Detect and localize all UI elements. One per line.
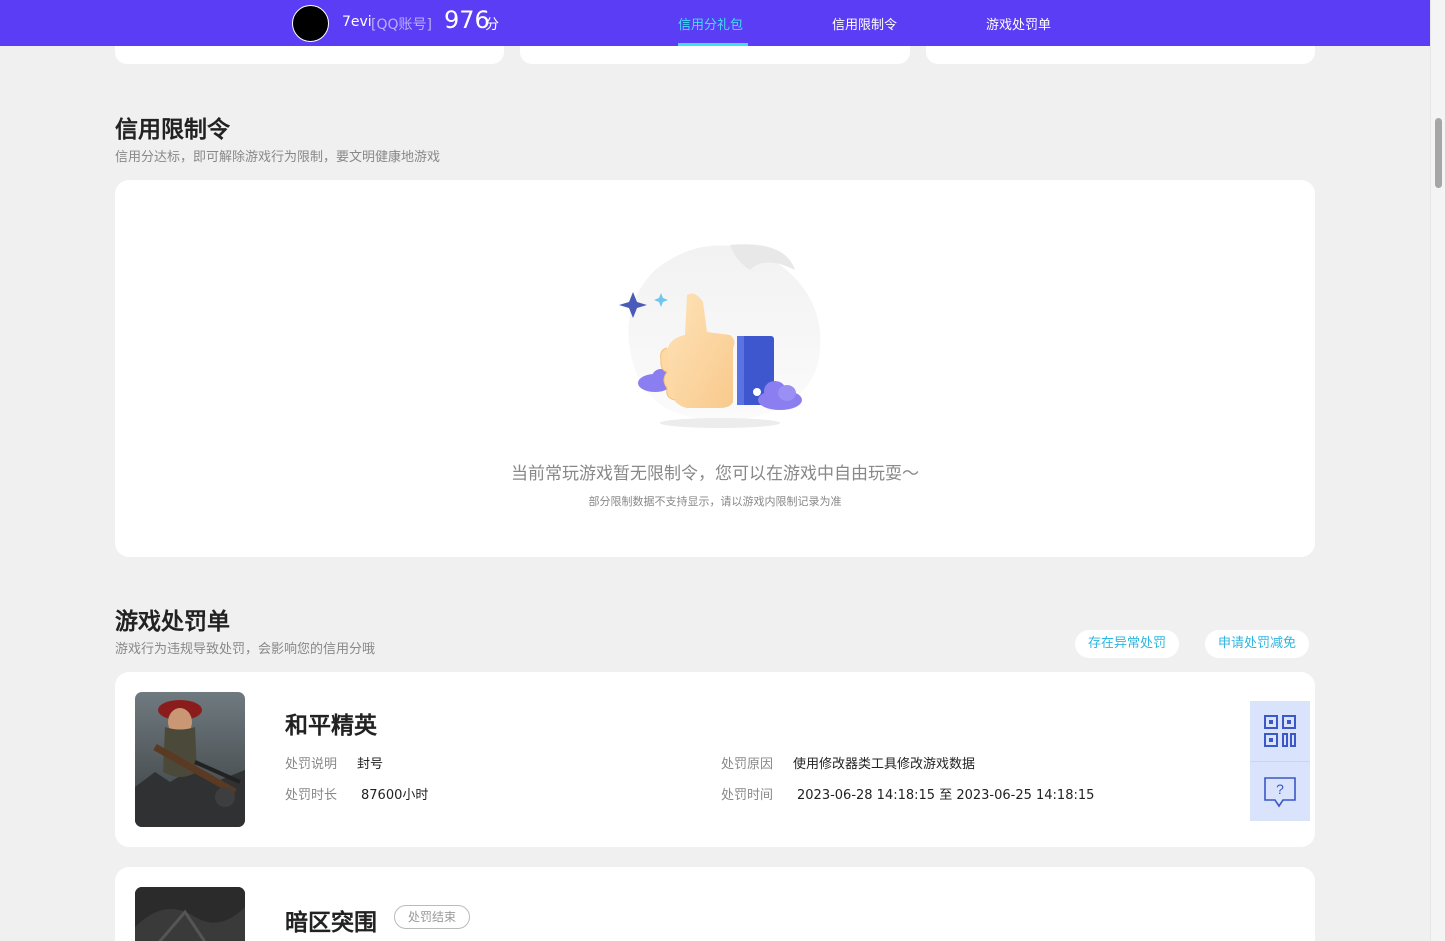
penalty-desc-value: 封号 <box>357 757 384 772</box>
username: 7evi <box>342 14 372 30</box>
report-abnormal-penalty-button[interactable]: 存在异常处罚 <box>1075 630 1180 658</box>
penalty-reason-value: 使用修改器类工具修改游戏数据 <box>793 757 976 772</box>
active-nav-indicator <box>678 43 748 46</box>
game-title: 暗区突围 <box>285 910 377 936</box>
penalty-card: 暗区突围 处罚结束 <box>115 867 1315 941</box>
penalty-desc-label: 处罚说明 <box>285 757 338 772</box>
empty-restriction-note: 部分限制数据不支持显示，请以游戏内限制记录为准 <box>588 495 842 508</box>
apply-penalty-reduction-button[interactable]: 申请处罚减免 <box>1205 630 1310 658</box>
thumbs-up-illustration <box>619 244 821 428</box>
nav-credit-restriction[interactable]: 信用限制令 <box>832 14 897 33</box>
credit-score: 976 <box>444 6 490 34</box>
top-header: 7evi [QQ账号] 976 分 信用分礼包 信用限制令 游戏处罚单 <box>0 0 1430 46</box>
credit-score-unit: 分 <box>485 17 499 33</box>
empty-restriction-message: 当前常玩游戏暂无限制令，您可以在游戏中自由玩耍～ <box>511 464 919 484</box>
game-title: 和平精英 <box>285 713 377 739</box>
restriction-section-subtitle: 信用分达标，即可解除游戏行为限制，要文明健康地游戏 <box>115 150 441 165</box>
penalty-reason-label: 处罚原因 <box>721 757 774 772</box>
penalty-duration-label: 处罚时长 <box>285 788 338 803</box>
penalty-status-badge: 处罚结束 <box>394 905 471 929</box>
qr-code-button[interactable] <box>1250 701 1310 761</box>
game-thumbnail <box>135 692 245 827</box>
scrollbar-thumb[interactable] <box>1435 118 1442 188</box>
nav-credit-gift[interactable]: 信用分礼包 <box>678 14 743 33</box>
penalty-duration-value: 87600小时 <box>361 788 429 803</box>
restriction-empty-card: 当前常玩游戏暂无限制令，您可以在游戏中自由玩耍～ 部分限制数据不支持显示，请以游… <box>115 180 1315 557</box>
nav-game-penalty[interactable]: 游戏处罚单 <box>986 14 1051 33</box>
avatar[interactable] <box>292 5 329 42</box>
account-type: [QQ账号] <box>371 17 432 33</box>
help-glyph: ? <box>1276 781 1284 797</box>
penalty-section-subtitle: 游戏行为违规导致处罚，会影响您的信用分哦 <box>115 642 376 657</box>
side-toolbar: ? <box>1250 701 1310 821</box>
restriction-section-title: 信用限制令 <box>115 117 230 143</box>
game-thumbnail <box>135 887 245 941</box>
penalty-time-label: 处罚时间 <box>721 788 774 803</box>
penalty-time-value: 2023-06-28 14:18:15 至 2023-06-25 14:18:1… <box>797 788 1095 803</box>
help-button[interactable]: ? <box>1250 761 1310 821</box>
page-scrollbar[interactable] <box>1430 0 1445 941</box>
penalty-section-title: 游戏处罚单 <box>115 609 230 635</box>
help-chat-icon: ? <box>1264 776 1296 807</box>
qr-code-icon <box>1264 715 1296 747</box>
penalty-card: 和平精英 处罚说明 封号 处罚原因 使用修改器类工具修改游戏数据 处罚时长 87… <box>115 672 1315 847</box>
